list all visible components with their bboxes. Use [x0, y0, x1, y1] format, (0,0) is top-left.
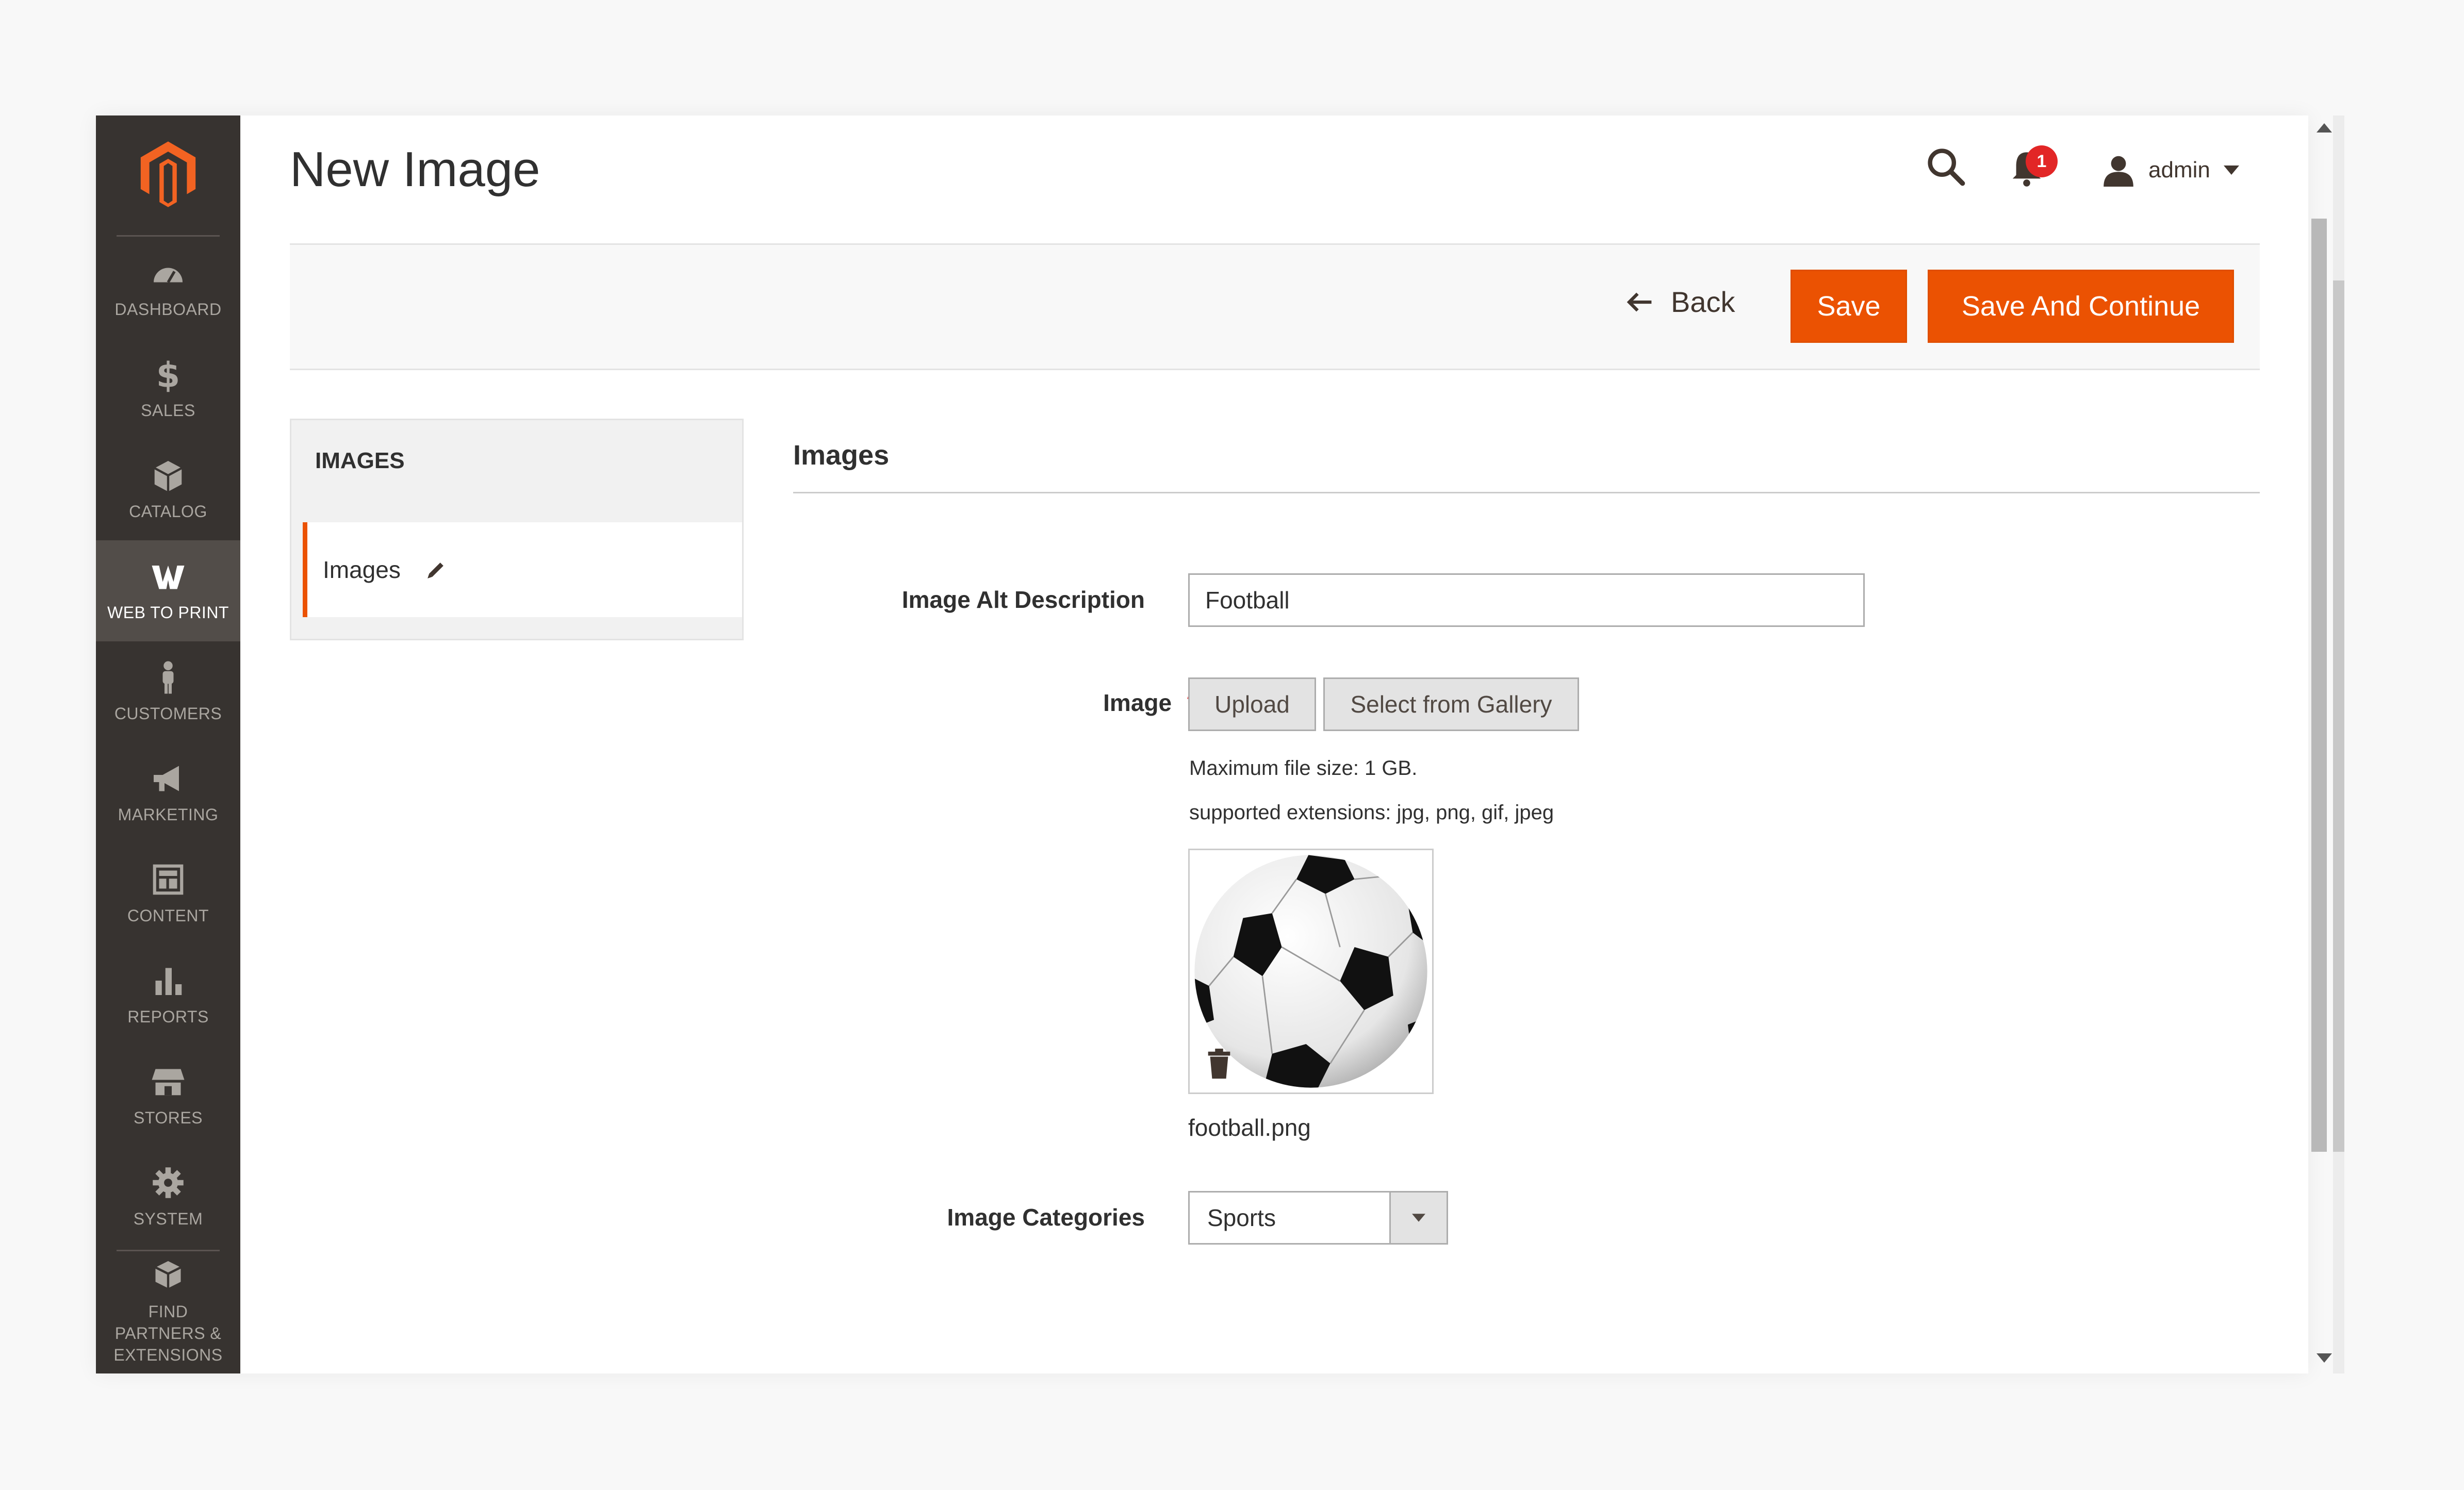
image-label: Image* [856, 689, 1196, 717]
form-tabs: IMAGES Images [290, 419, 744, 640]
save-and-continue-button[interactable]: Save And Continue [1928, 270, 2234, 343]
box-icon [154, 461, 183, 492]
tabs-heading: IMAGES [315, 448, 405, 473]
nav-reports[interactable]: Reports [96, 945, 240, 1046]
magento-logo-icon[interactable] [132, 137, 204, 209]
admin-user-menu[interactable]: admin [2102, 144, 2239, 196]
sidebar-divider [117, 1250, 220, 1251]
back-button[interactable]: Back [1625, 285, 1735, 319]
back-label: Back [1671, 286, 1735, 318]
nav-customers[interactable]: Customers [96, 641, 240, 742]
nav-label: Find Partners & Extensions [113, 1302, 223, 1364]
arrow-left-icon [1627, 292, 1652, 311]
nav-label: System [133, 1210, 203, 1228]
scroll-down-arrow-icon[interactable] [2317, 1353, 2332, 1363]
tab-label: Images [323, 556, 401, 583]
alt-description-label: Image Alt Description [901, 586, 1145, 613]
megaphone-icon [154, 766, 179, 791]
page-actions-bar: Back Save Save And Continue [290, 243, 2260, 370]
storefront-icon [152, 1069, 185, 1096]
nav-label: Marketing [118, 805, 219, 824]
pencil-icon [427, 562, 443, 578]
admin-sidebar: Dashboard $ Sales Catalog Web to Print C… [96, 115, 240, 1373]
notification-count-badge[interactable]: 1 [2026, 145, 2058, 177]
nav-content[interactable]: Content [96, 843, 240, 945]
image-categories-select[interactable]: Sports [1188, 1191, 1448, 1245]
dollar-icon: $ [156, 356, 180, 392]
nav-label: Reports [127, 1007, 209, 1026]
person-icon [162, 661, 174, 694]
nav-find-partners[interactable]: Find Partners & Extensions [96, 1255, 240, 1368]
alt-description-input[interactable] [1188, 573, 1865, 627]
cubes-icon [155, 1261, 182, 1288]
nav-dashboard[interactable]: Dashboard [96, 237, 240, 338]
tab-images[interactable]: Images [303, 522, 742, 617]
select-from-gallery-button[interactable]: Select from Gallery [1323, 677, 1579, 731]
image-categories-label: Image Categories [947, 1204, 1145, 1231]
layout-icon [153, 864, 184, 895]
section-divider [793, 492, 2260, 493]
nav-label: Content [127, 906, 209, 925]
admin-username: admin [2148, 157, 2210, 183]
svg-text:$: $ [156, 356, 180, 392]
bar-chart-icon [155, 968, 182, 995]
nav-label: Catalog [129, 502, 207, 521]
scrollbar-thumb-inner[interactable] [2311, 219, 2327, 1152]
nav-label: Dashboard [114, 300, 222, 319]
selected-category: Sports [1207, 1204, 1276, 1231]
user-icon [2104, 156, 2133, 187]
scrollbar-thumb[interactable] [2333, 280, 2344, 1152]
scroll-up-arrow-icon[interactable] [2317, 123, 2332, 133]
nav-label: Web to Print [107, 603, 229, 622]
nav-catalog[interactable]: Catalog [96, 439, 240, 540]
upload-button[interactable]: Upload [1188, 677, 1316, 731]
save-button[interactable]: Save [1790, 270, 1907, 343]
nav-stores[interactable]: Stores [96, 1046, 240, 1147]
nav-label: Customers [114, 704, 222, 723]
search-icon[interactable] [1924, 144, 1967, 188]
nav-label: Stores [134, 1108, 203, 1127]
sidebar-divider [117, 235, 220, 237]
admin-window: Dashboard $ Sales Catalog Web to Print C… [96, 115, 2308, 1373]
dashboard-gauge-icon [154, 268, 183, 283]
nav-marketing[interactable]: Marketing [96, 742, 240, 843]
nav-web-to-print[interactable]: Web to Print [96, 540, 240, 641]
image-label-text: Image [1103, 689, 1172, 716]
trash-icon[interactable] [1206, 1048, 1233, 1080]
image-filename: football.png [1188, 1114, 1311, 1141]
w2p-icon [152, 566, 185, 589]
nav-system[interactable]: System [96, 1147, 240, 1248]
nav-label: Sales [141, 401, 195, 420]
gear-icon [153, 1167, 184, 1198]
scrollbar[interactable] [2308, 115, 2344, 1373]
page-title: New Image [290, 142, 540, 197]
caret-down-icon [2223, 165, 2239, 175]
supported-extensions-note: supported extensions: jpg, png, gif, jpe… [1189, 801, 1554, 824]
nav-sales[interactable]: $ Sales [96, 338, 240, 439]
max-file-size-note: Maximum file size: 1 GB. [1189, 757, 1418, 780]
section-title: Images [793, 440, 890, 471]
caret-down-icon [1412, 1214, 1425, 1222]
select-toggle[interactable] [1389, 1193, 1447, 1243]
